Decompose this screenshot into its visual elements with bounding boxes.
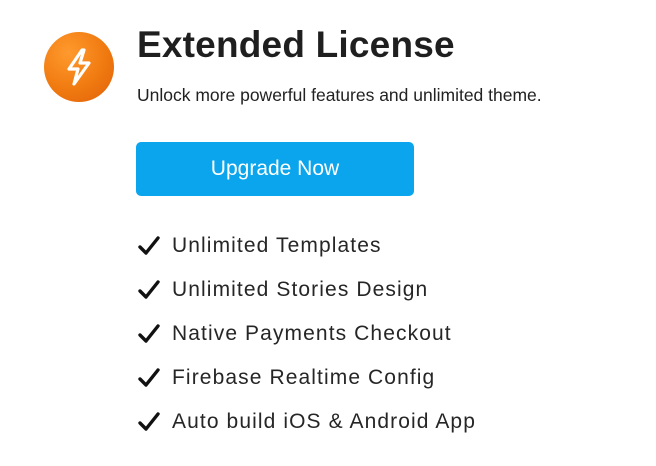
lightning-bolt-icon: [67, 48, 91, 86]
feature-item: Firebase Realtime Config: [136, 356, 476, 400]
checkmark-icon: [136, 366, 162, 390]
checkmark-icon: [136, 234, 162, 258]
license-badge: [44, 32, 114, 102]
checkmark-icon: [136, 322, 162, 346]
feature-label: Unlimited Stories Design: [172, 278, 429, 301]
feature-label: Native Payments Checkout: [172, 322, 452, 345]
feature-label: Unlimited Templates: [172, 234, 382, 257]
feature-item: Unlimited Templates: [136, 224, 476, 268]
checkmark-icon: [136, 410, 162, 434]
feature-item: Native Payments Checkout: [136, 312, 476, 356]
feature-list: Unlimited Templates Unlimited Stories De…: [136, 224, 476, 444]
upgrade-now-button[interactable]: Upgrade Now: [136, 142, 414, 196]
feature-item: Auto build iOS & Android App: [136, 400, 476, 444]
feature-label: Auto build iOS & Android App: [172, 410, 476, 433]
page-subtitle: Unlock more powerful features and unlimi…: [137, 85, 542, 105]
page-title: Extended License: [137, 24, 455, 65]
feature-item: Unlimited Stories Design: [136, 268, 476, 312]
feature-label: Firebase Realtime Config: [172, 366, 436, 389]
checkmark-icon: [136, 278, 162, 302]
